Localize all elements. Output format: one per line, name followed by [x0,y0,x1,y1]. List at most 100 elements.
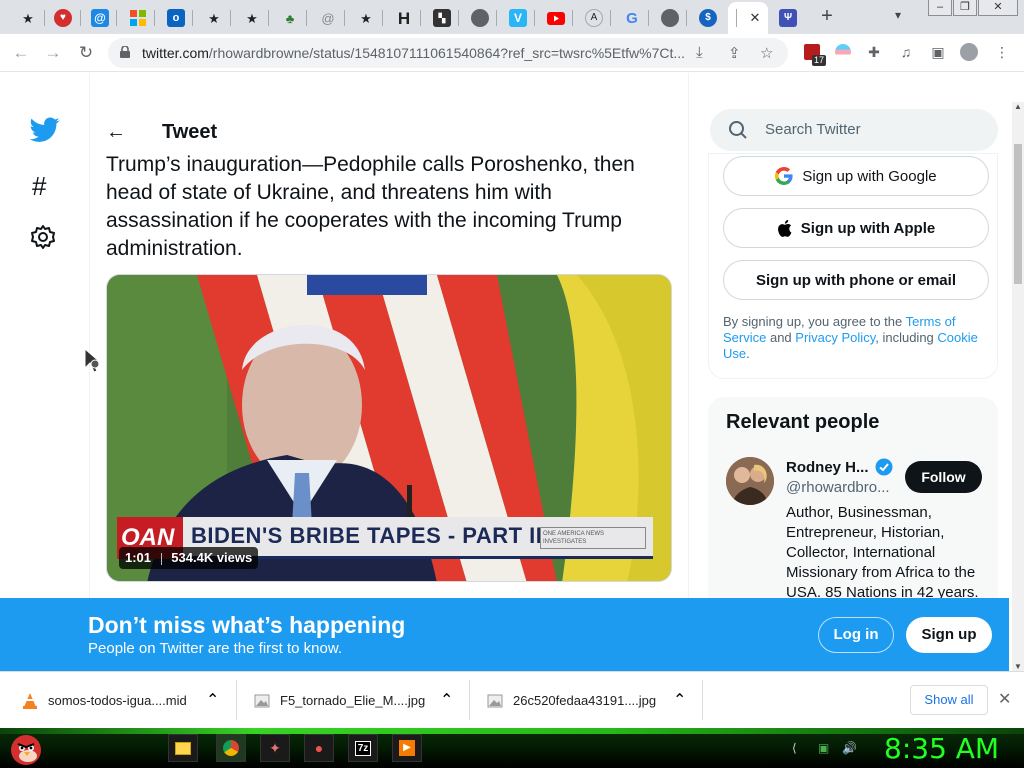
tab[interactable]: ▚ [424,4,460,32]
back-button[interactable]: ← [10,42,32,64]
shield-red-tab-icon: ♥ [54,9,72,27]
blue-circle-tab-icon: $ [699,9,717,27]
tab-active[interactable]: ✕ [728,2,768,34]
tray-arrow-icon[interactable]: ⟨ [792,741,797,755]
volume-icon[interactable]: 🔊 [842,741,857,755]
media-player-icon[interactable]: ▶ [392,734,422,762]
download-filename: 26c520fedaa43191....jpg [513,693,657,708]
extensions-puzzle-icon[interactable]: ✚ [864,42,884,62]
image-file-icon [254,693,270,709]
signup-google-button[interactable]: Sign up with Google [723,156,989,196]
person-name-text: Rodney H... [786,458,869,476]
legal-text: . [746,346,750,361]
taskbar-glow [0,728,1024,734]
new-tab-button[interactable]: + [816,6,838,28]
tab[interactable]: ★ [196,4,232,32]
flag-extension-icon[interactable] [833,42,853,62]
extension-badge-count: 17 [811,55,826,66]
tab[interactable] [538,4,574,32]
tab-divider [572,10,573,26]
scroll-down-arrow-icon[interactable]: ▼ [1014,662,1022,671]
network-icon[interactable]: ▣ [818,741,829,755]
video-stats-badge: 1:01 534.4K views [119,547,259,569]
tab-divider [496,10,497,26]
restore-button[interactable]: ❐ [953,0,977,16]
app-taskbar-icon[interactable]: ✦ [260,734,290,762]
tab[interactable]: ♣ [272,4,308,32]
minimize-button[interactable]: – [928,0,952,16]
avatar[interactable] [726,457,774,505]
search-box[interactable]: Search Twitter [710,109,998,151]
scrollbar-thumb[interactable] [1014,144,1022,284]
twitter-bird-icon[interactable] [30,117,60,143]
tab[interactable]: A [576,4,612,32]
url-path: /rhowardbrowne/status/154810711106154086… [208,45,686,61]
tab[interactable]: ★ [348,4,384,32]
person-name[interactable]: Rodney H... [786,458,893,476]
forward-button[interactable]: → [42,42,64,64]
side-panel-icon[interactable]: ▣ [928,42,948,62]
downloads-bar: somos-todos-igua....mid ⌃ F5_tornado_Eli… [0,671,1024,728]
tab[interactable] [120,4,156,32]
download-item[interactable]: 26c520fedaa43191....jpg [487,672,656,729]
privacy-link[interactable]: Privacy Policy [795,330,875,345]
banner-title: Don’t miss what’s happening [88,612,406,638]
game-taskbar-icon[interactable]: ● [304,734,334,762]
tab[interactable]: ♥ [45,4,81,32]
person-handle[interactable]: @rhowardbro... [786,479,890,496]
close-window-button[interactable]: ✕ [978,0,1018,16]
share-icon[interactable]: ⇪ [728,44,741,62]
chrome-taskbar-icon[interactable] [216,734,246,762]
download-chevron-icon[interactable]: ⌃ [673,672,686,729]
tab[interactable]: @ [82,4,118,32]
close-downloads-icon[interactable]: ✕ [998,689,1011,709]
browser-menu-icon[interactable]: ⋮ [992,42,1012,62]
bookmark-star-icon[interactable]: ☆ [760,44,773,62]
seven-zip-icon[interactable]: 7z [348,734,378,762]
signup-apple-button[interactable]: Sign up with Apple [723,208,989,248]
url-host: twitter.com [142,45,209,61]
tab[interactable]: H [386,4,422,32]
show-all-downloads-button[interactable]: Show all [910,685,988,715]
tab-divider [268,10,269,26]
follow-button[interactable]: Follow [905,461,982,493]
tab[interactable]: @ [310,4,346,32]
star-tab-icon: ★ [360,10,372,26]
scroll-up-arrow-icon[interactable]: ▲ [1014,102,1022,111]
tab[interactable]: V [500,4,536,32]
reload-button[interactable]: ↻ [75,42,97,64]
tab[interactable]: G [614,4,650,32]
tab[interactable] [652,4,688,32]
explore-hashtag-icon[interactable]: # [32,171,46,202]
taskbar-clock[interactable]: 8:35 AM [884,732,999,765]
tab[interactable]: Ψ [770,4,806,32]
tab[interactable]: ★ [10,4,46,32]
tab-search-chevron-icon[interactable]: ▾ [895,8,901,22]
download-filename: F5_tornado_Elie_M....jpg [280,693,426,708]
login-button[interactable]: Log in [818,617,894,653]
back-arrow-icon[interactable]: ← [106,121,162,144]
settings-gear-icon[interactable] [30,224,56,250]
address-bar[interactable]: twitter.com/rhowardbrowne/status/1548107… [108,38,788,68]
tab[interactable]: $ [690,4,726,32]
tab[interactable]: ★ [234,4,270,32]
download-item[interactable]: somos-todos-igua....mid [22,672,187,729]
download-chevron-icon[interactable]: ⌃ [440,672,453,729]
close-tab-icon[interactable]: ✕ [750,10,761,26]
install-app-icon[interactable]: ⤓ [696,44,703,61]
tab[interactable]: o [158,4,194,32]
tab[interactable] [462,4,498,32]
download-chevron-icon[interactable]: ⌃ [206,672,219,729]
media-control-icon[interactable]: ♫ [896,42,916,62]
tab-divider [116,10,117,26]
screen: ★ ♥ @ o ★ ★ ♣ @ ★ H ▚ V A G $ ✕ Ψ + ▾ – … [0,0,1024,768]
signup-phone-email-button[interactable]: Sign up with phone or email [723,260,989,300]
profile-icon[interactable] [959,42,979,62]
extension-badge-icon[interactable]: 17 [802,42,826,66]
download-item[interactable]: F5_tornado_Elie_M....jpg [254,672,425,729]
signup-button[interactable]: Sign up [906,617,992,653]
page-scrollbar[interactable]: ▲ ▼ [1012,102,1024,671]
file-explorer-icon[interactable] [168,734,198,762]
start-button-angry-bird-icon[interactable] [6,728,46,768]
tweet-video[interactable]: OAN BIDEN'S BRIBE TAPES - PART II ONE AM… [106,274,672,582]
